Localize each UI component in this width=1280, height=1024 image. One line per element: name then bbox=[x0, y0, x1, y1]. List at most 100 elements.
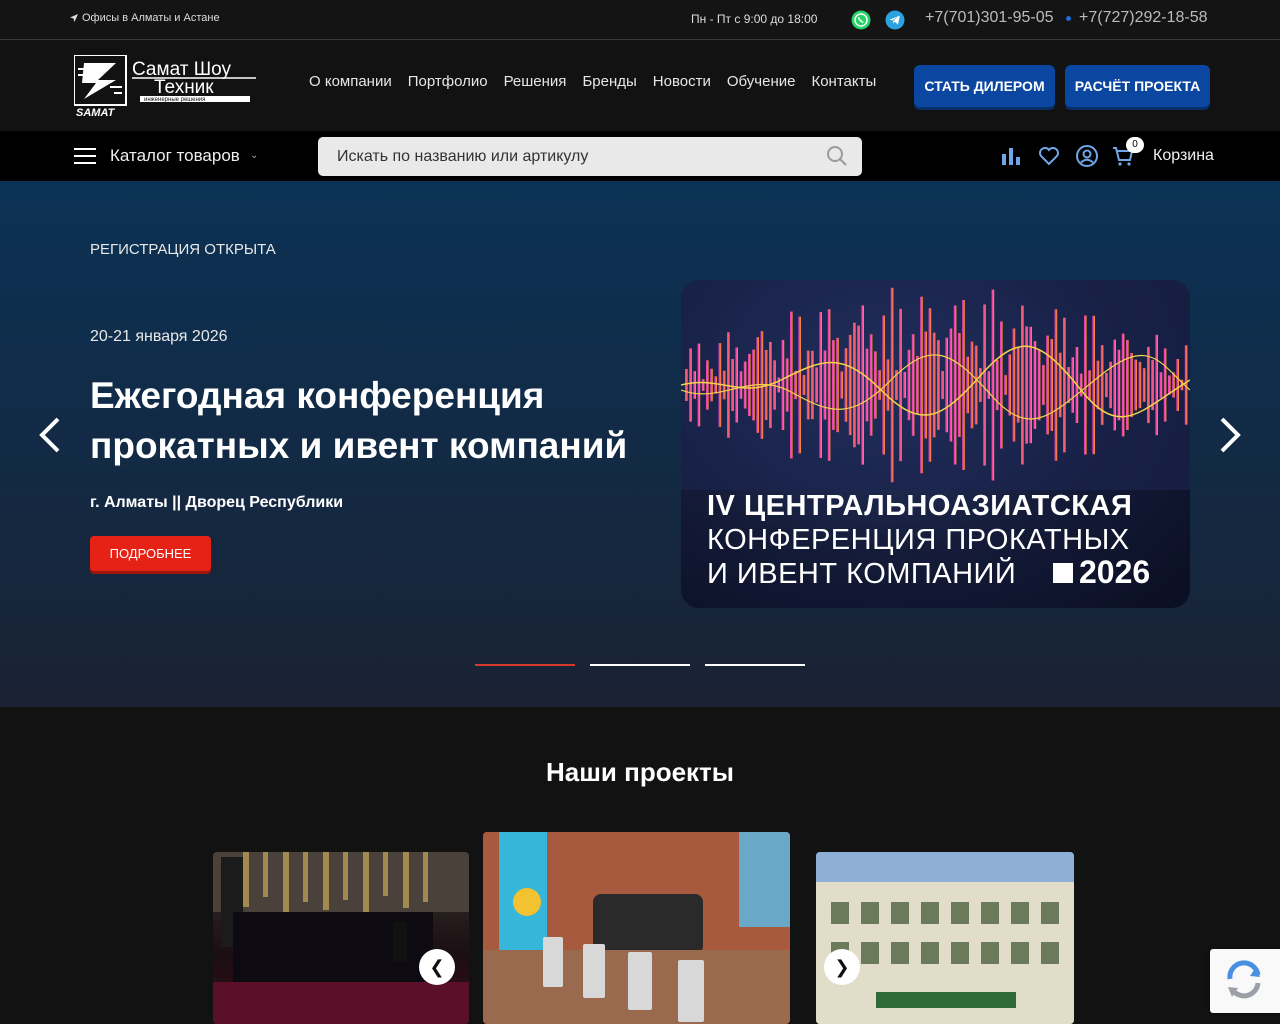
wave-spike bbox=[1168, 375, 1171, 395]
projects-title: Наши проекты bbox=[546, 757, 734, 787]
company-logo[interactable]: SAMAT Самат Шоу Техник инженерные решени… bbox=[74, 55, 259, 117]
phone-mobile[interactable]: +7(701)301-95-05 bbox=[925, 9, 1054, 27]
top-bar: Офисы в Алматы и Астане Пн - Пт с 9:00 д… bbox=[0, 0, 1280, 40]
wave-spike bbox=[790, 311, 793, 459]
wave-spike bbox=[1121, 333, 1125, 437]
wave-spike bbox=[1063, 317, 1066, 453]
nav-item-news[interactable]: Новости bbox=[653, 73, 711, 90]
wave-spike bbox=[840, 371, 843, 399]
conference-photo bbox=[483, 832, 790, 1024]
location-arrow-icon bbox=[70, 14, 78, 22]
wave-spike bbox=[832, 340, 835, 430]
catalog-toggle[interactable]: Каталог товаров bbox=[110, 146, 240, 166]
search-input[interactable] bbox=[318, 137, 862, 176]
favorites-heart-icon[interactable] bbox=[1037, 144, 1061, 168]
wave-spike bbox=[962, 299, 965, 471]
wave-spike bbox=[823, 350, 827, 420]
projects-next-button[interactable]: ❯ bbox=[824, 949, 860, 985]
nav-item-training[interactable]: Обучение bbox=[727, 73, 796, 90]
svg-text:инженерные решения: инженерные решения bbox=[144, 97, 205, 103]
main-header: SAMAT Самат Шоу Техник инженерные решени… bbox=[0, 41, 1280, 131]
wave-spike bbox=[899, 308, 902, 462]
projects-prev-button[interactable]: ❮ bbox=[419, 949, 455, 985]
wave-spike bbox=[1016, 347, 1020, 423]
phone-office[interactable]: +7(727)292-18-58 bbox=[1079, 9, 1208, 27]
svg-text:Техник: Техник bbox=[154, 77, 214, 98]
wave-spike bbox=[827, 309, 831, 461]
whatsapp-icon[interactable] bbox=[851, 10, 871, 30]
wave-spike bbox=[869, 334, 873, 436]
banner-line-1: IV ЦЕНТРАЛЬНОАЗИАТСКАЯ bbox=[707, 490, 1133, 522]
search-icon[interactable] bbox=[826, 145, 848, 167]
wave-spike bbox=[932, 332, 936, 438]
project-card-building[interactable] bbox=[816, 852, 1074, 1024]
account-user-icon[interactable] bbox=[1075, 144, 1099, 168]
slider-pagination bbox=[475, 664, 805, 666]
event-location: г. Алматы || Дворец Республики bbox=[90, 494, 344, 511]
compare-chart-icon[interactable] bbox=[999, 144, 1023, 168]
wave-spike bbox=[1151, 359, 1154, 411]
become-dealer-button[interactable]: СТАТЬ ДИЛЕРОМ bbox=[914, 65, 1055, 107]
project-calculation-button[interactable]: РАСЧЁТ ПРОЕКТА bbox=[1065, 65, 1210, 107]
nav-item-solutions[interactable]: Решения bbox=[504, 73, 567, 90]
wave-spike bbox=[890, 287, 894, 483]
wave-spike bbox=[1079, 373, 1083, 397]
wave-spike bbox=[739, 371, 743, 399]
wave-spike bbox=[886, 359, 890, 411]
nav-item-portfolio[interactable]: Портфолио bbox=[408, 73, 488, 90]
catalog-bar: Каталог товаров ⌄ 0 Корзина bbox=[0, 131, 1280, 181]
wave-spike bbox=[953, 305, 957, 465]
banner-line-3: И ИВЕНТ КОМПАНИЙ bbox=[707, 558, 1017, 590]
working-hours: Пн - Пт с 9:00 до 18:00 bbox=[691, 12, 818, 26]
wave-spike bbox=[1046, 335, 1049, 435]
cart-link[interactable]: Корзина bbox=[1153, 147, 1214, 165]
banner-logo-icon bbox=[1053, 563, 1073, 583]
wave-spike bbox=[1042, 365, 1045, 405]
slider-dot-2[interactable] bbox=[590, 664, 690, 666]
conference-banner[interactable]: IV ЦЕНТРАЛЬНОАЗИАТСКАЯ КОНФЕРЕНЦИЯ ПРОКА… bbox=[681, 280, 1190, 608]
cart-count-badge: 0 bbox=[1126, 137, 1144, 153]
wave-spike bbox=[878, 370, 881, 400]
wave-spike bbox=[693, 371, 696, 399]
offices-link[interactable]: Офисы в Алматы и Астане bbox=[70, 12, 220, 24]
slider-dot-3[interactable] bbox=[705, 664, 805, 666]
hero-slider: РЕГИСТРАЦИЯ ОТКРЫТА 20-21 января 2026 Еж… bbox=[0, 181, 1280, 707]
wave-spike bbox=[773, 360, 776, 410]
wave-spike bbox=[777, 377, 780, 393]
wave-spike bbox=[701, 379, 705, 391]
wave-spike bbox=[928, 308, 932, 462]
slider-next-arrow-icon[interactable] bbox=[1216, 413, 1244, 457]
wave-spike bbox=[903, 372, 906, 398]
recaptcha-badge[interactable] bbox=[1210, 949, 1280, 1013]
wave-spike bbox=[1138, 361, 1142, 409]
wave-spike bbox=[1012, 328, 1016, 442]
wave-spike bbox=[1025, 326, 1028, 444]
wave-spike bbox=[865, 348, 869, 422]
wave-spike bbox=[836, 337, 839, 433]
wave-spike bbox=[941, 371, 944, 399]
project-card-conference[interactable] bbox=[483, 832, 790, 1024]
slider-dot-1[interactable] bbox=[475, 664, 575, 666]
wave-spike bbox=[1100, 345, 1104, 425]
wave-spike bbox=[798, 316, 801, 454]
wave-spike bbox=[987, 371, 990, 399]
event-date: 20-21 января 2026 bbox=[90, 328, 228, 345]
chevron-down-icon: ⌄ bbox=[250, 150, 259, 161]
wave-spike bbox=[945, 337, 948, 433]
wave-spike bbox=[882, 315, 885, 455]
building-photo bbox=[816, 852, 1074, 1024]
nav-item-about[interactable]: О компании bbox=[309, 73, 392, 90]
more-details-button[interactable]: ПОДРОБНЕЕ bbox=[90, 536, 211, 571]
wave-spike bbox=[1134, 359, 1137, 411]
project-card-theatre[interactable] bbox=[213, 852, 469, 1024]
wave-spike bbox=[1163, 348, 1167, 422]
wave-spike bbox=[706, 360, 709, 410]
nav-item-brands[interactable]: Бренды bbox=[582, 73, 636, 90]
wave-spike bbox=[815, 367, 818, 403]
wave-spike bbox=[1096, 360, 1100, 410]
nav-item-contacts[interactable]: Контакты bbox=[811, 73, 876, 90]
menu-burger-icon[interactable] bbox=[74, 148, 96, 164]
wave-spike bbox=[1172, 372, 1175, 398]
telegram-icon[interactable] bbox=[885, 10, 905, 30]
slider-prev-arrow-icon[interactable] bbox=[36, 413, 64, 457]
